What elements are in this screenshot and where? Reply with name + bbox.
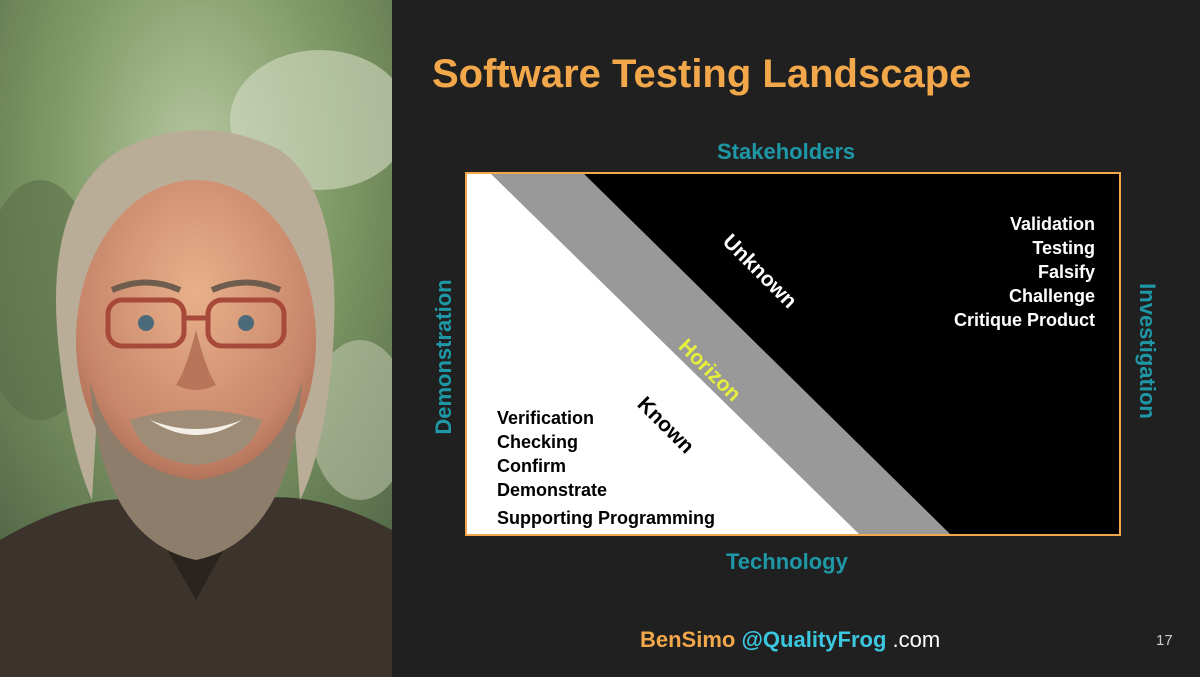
unknown-item: Validation: [1010, 214, 1095, 234]
axis-label-top: Stakeholders: [717, 139, 856, 164]
unknown-item: Challenge: [1009, 286, 1095, 306]
slide-title: Software Testing Landscape: [432, 52, 972, 96]
footer-credit: BenSimo @QualityFrog .com: [640, 627, 940, 653]
known-item: Confirm: [497, 456, 566, 476]
footer-domain: .com: [886, 627, 941, 652]
footer-name: BenSimo: [640, 627, 736, 652]
speaker-photo: [0, 0, 392, 677]
page-number: 17: [1156, 632, 1173, 649]
unknown-item: Critique Product: [954, 310, 1095, 330]
axis-label-right: Investigation: [1135, 283, 1160, 419]
known-item: Verification: [497, 408, 594, 428]
axis-label-bottom: Technology: [726, 549, 848, 574]
known-item: Supporting Programming: [497, 508, 715, 528]
axis-label-left: Demonstration: [431, 279, 456, 435]
unknown-item: Testing: [1032, 238, 1095, 258]
unknown-item: Falsify: [1038, 262, 1095, 282]
testing-landscape-diagram: Unknown Horizon Known Validation Testing…: [465, 172, 1121, 536]
known-item: Checking: [497, 432, 578, 452]
footer-handle: @QualityFrog: [741, 627, 887, 652]
known-item: Demonstrate: [497, 480, 607, 500]
slide: Software Testing Landscape Stakeholders …: [392, 0, 1200, 677]
